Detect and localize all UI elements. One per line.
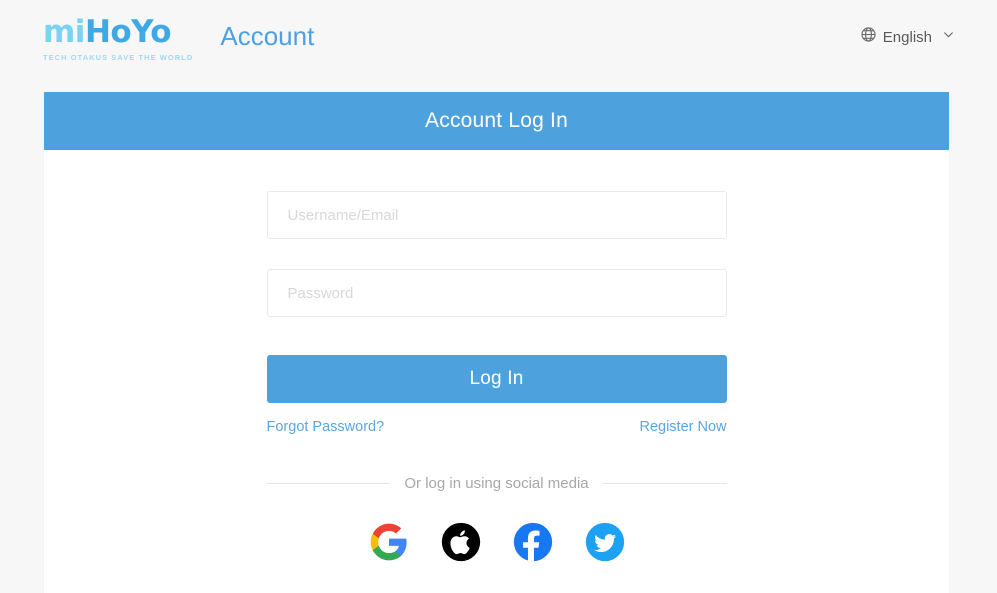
logo-tagline: TECH OTAKUS SAVE THE WORLD xyxy=(43,53,194,62)
twitter-icon xyxy=(585,522,624,562)
divider-line-right xyxy=(602,483,727,484)
mihoyo-logo: miHoYo TECH OTAKUS SAVE THE WORLD xyxy=(43,17,193,62)
logo-text-mi: mi xyxy=(43,14,85,50)
site-header: miHoYo TECH OTAKUS SAVE THE WORLD Accoun… xyxy=(0,0,997,88)
page-title: Account xyxy=(220,21,315,51)
google-icon xyxy=(370,523,407,561)
globe-icon xyxy=(860,26,877,48)
language-selector[interactable]: English xyxy=(860,26,955,48)
social-divider-text: Or log in using social media xyxy=(404,475,589,492)
apple-login-button[interactable] xyxy=(441,522,481,562)
username-input[interactable] xyxy=(266,191,727,239)
logo-wordmark: miHoYo xyxy=(43,14,172,50)
login-card-header: Account Log In xyxy=(44,92,949,150)
twitter-login-button[interactable] xyxy=(585,522,625,562)
google-login-button[interactable] xyxy=(369,522,409,562)
brand: miHoYo TECH OTAKUS SAVE THE WORLD Accoun… xyxy=(43,17,314,62)
social-divider: Or log in using social media xyxy=(266,475,727,492)
register-now-link[interactable]: Register Now xyxy=(639,419,726,435)
login-form: Log In Forgot Password? Register Now Or … xyxy=(44,150,949,562)
forgot-password-link[interactable]: Forgot Password? xyxy=(267,419,385,435)
login-card-title: Account Log In xyxy=(425,109,568,132)
login-page: miHoYo TECH OTAKUS SAVE THE WORLD Accoun… xyxy=(0,0,997,593)
divider-line-left xyxy=(266,483,391,484)
password-input[interactable] xyxy=(266,269,727,317)
language-label: English xyxy=(882,28,932,46)
facebook-icon xyxy=(513,522,552,562)
logo-text-hoyo: HoYo xyxy=(84,14,172,50)
apple-icon xyxy=(441,522,480,562)
login-card: Account Log In Log In Forgot Password? R… xyxy=(44,92,949,593)
chevron-down-icon xyxy=(942,28,955,46)
form-links: Forgot Password? Register Now xyxy=(267,419,727,435)
social-login-buttons xyxy=(267,522,727,562)
facebook-login-button[interactable] xyxy=(513,522,553,562)
login-button[interactable]: Log In xyxy=(266,355,727,403)
